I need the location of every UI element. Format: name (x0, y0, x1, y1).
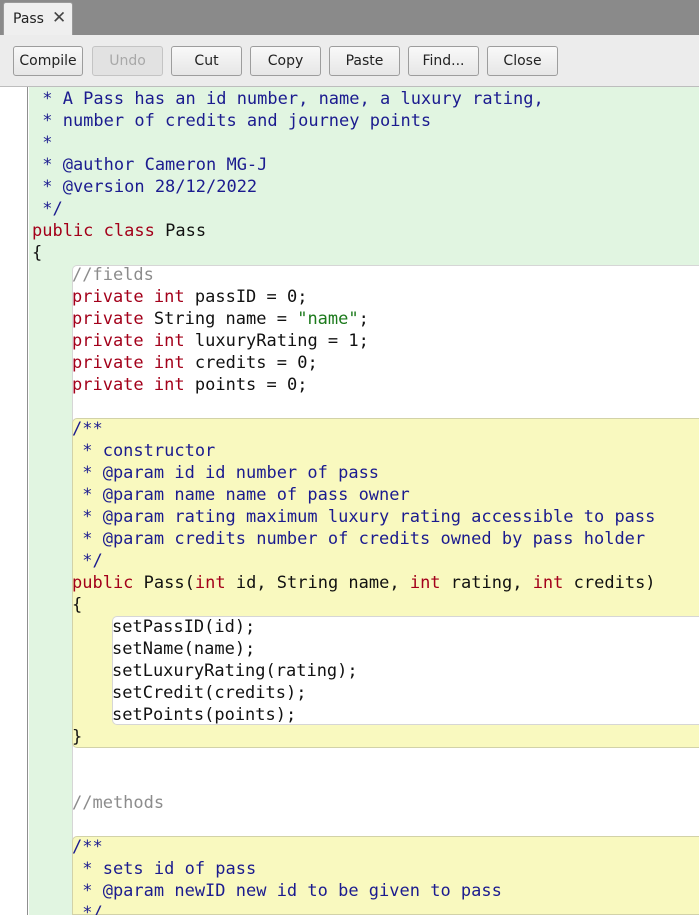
code-line[interactable]: setPassID(id); (112, 616, 255, 638)
code-line[interactable]: * @param newID new id to be given to pas… (72, 880, 502, 902)
keyword: int (409, 573, 441, 593)
keyword: private (72, 375, 144, 395)
code-line[interactable]: * A Pass has an id number, name, a luxur… (32, 88, 544, 110)
close-button[interactable]: Close (487, 46, 558, 76)
code-line[interactable]: /** (72, 418, 103, 440)
code-line[interactable]: { (32, 242, 42, 264)
find-button[interactable]: Find... (408, 46, 479, 76)
field-line[interactable]: private int passID = 0; (72, 286, 307, 308)
code-editor[interactable]: * A Pass has an id number, name, a luxur… (0, 87, 699, 915)
toolbar: Compile Undo Cut Copy Paste Find... Clos… (0, 35, 699, 87)
code-line[interactable]: * @param id id number of pass (72, 462, 379, 484)
code-text: luxuryRating = 1; (194, 331, 369, 351)
code-line[interactable]: */ (72, 550, 102, 572)
code-text: credits = 0; (194, 353, 318, 373)
keyword: class (103, 221, 155, 241)
field-line[interactable]: private int luxuryRating = 1; (72, 330, 369, 352)
keyword: private (72, 309, 144, 329)
code-line[interactable]: * @author Cameron MG-J (32, 154, 267, 176)
code-line[interactable]: * @param name name of pass owner (72, 484, 410, 506)
keyword: int (153, 287, 185, 307)
code-text: points = 0; (194, 375, 308, 395)
code-line[interactable]: * sets id of pass (72, 858, 256, 880)
keyword: private (72, 331, 144, 351)
code-line[interactable]: setPoints(points); (112, 704, 296, 726)
code-line[interactable]: * @param credits number of credits owned… (72, 528, 645, 550)
field-line[interactable]: private int credits = 0; (72, 352, 318, 374)
code-line[interactable]: * @param rating maximum luxury rating ac… (72, 506, 655, 528)
code-text: Pass( (143, 573, 195, 593)
code-line[interactable]: setName(name); (112, 638, 255, 660)
code-text: String name = (153, 309, 298, 329)
tab-label: Pass (13, 11, 44, 27)
keyword: int (153, 353, 185, 373)
keyword: public (72, 573, 134, 593)
code-line[interactable]: * @version 28/12/2022 (32, 176, 257, 198)
line-gutter[interactable] (0, 87, 28, 915)
code-line[interactable]: //methods (72, 792, 164, 814)
code-text: credits) (573, 573, 656, 593)
code-line[interactable]: setCredit(credits); (112, 682, 306, 704)
field-line[interactable]: private int points = 0; (72, 374, 307, 396)
code-text: id, String name, (235, 573, 410, 593)
code-text: ; (358, 309, 369, 329)
keyword: int (194, 573, 226, 593)
class-name: Pass (165, 221, 207, 241)
keyword: public (32, 221, 94, 241)
code-line[interactable]: setLuxuryRating(rating); (112, 660, 358, 682)
code-line[interactable]: * (32, 132, 52, 154)
field-line[interactable]: private String name = "name"; (72, 308, 369, 330)
tab-bar: Pass ✕ (0, 0, 699, 35)
class-declaration[interactable]: public class Pass (32, 220, 206, 242)
cut-button[interactable]: Cut (171, 46, 242, 76)
string-literal: "name" (297, 309, 359, 329)
code-line[interactable]: * number of credits and journey points (32, 110, 431, 132)
undo-button[interactable]: Undo (92, 46, 163, 76)
keyword: private (72, 287, 144, 307)
tab-pass[interactable]: Pass ✕ (3, 2, 73, 35)
code-line[interactable]: */ (32, 198, 62, 220)
paste-button[interactable]: Paste (329, 46, 400, 76)
code-line[interactable]: //fields (72, 264, 154, 286)
code-line[interactable]: { (72, 594, 82, 616)
close-icon[interactable]: ✕ (52, 8, 66, 28)
code-line[interactable]: */ (72, 902, 102, 915)
copy-button[interactable]: Copy (250, 46, 321, 76)
compile-button[interactable]: Compile (13, 46, 83, 76)
keyword: int (153, 331, 185, 351)
keyword: int (153, 375, 185, 395)
code-line[interactable]: } (72, 726, 82, 748)
code-line[interactable]: * constructor (72, 440, 215, 462)
code-text: rating, (450, 573, 533, 593)
code-line[interactable]: /** (72, 836, 103, 858)
keyword: private (72, 353, 144, 373)
code-text: passID = 0; (194, 287, 308, 307)
keyword: int (532, 573, 564, 593)
constructor-signature[interactable]: public Pass(int id, String name, int rat… (72, 572, 656, 594)
